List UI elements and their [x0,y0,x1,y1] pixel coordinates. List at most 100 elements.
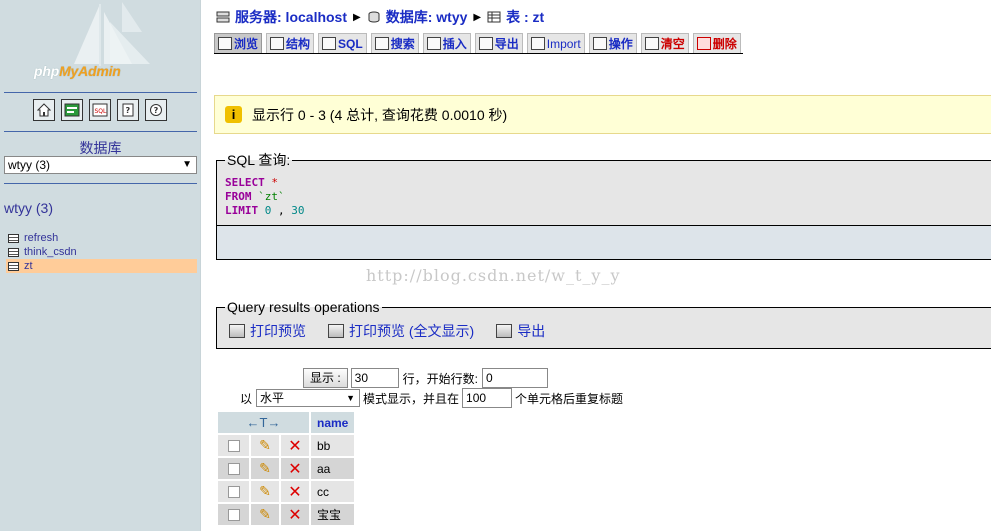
search-icon [374,37,389,50]
link-label[interactable]: 打印预览 [250,321,306,341]
sql-icon [322,37,337,50]
home-icon[interactable] [33,99,55,121]
tab-browse[interactable]: 浏览 [214,33,263,53]
table-row: ✎ ✕ 宝宝 [218,504,355,525]
sql-keyword: SELECT [225,176,265,189]
sql-query-toolbar [216,226,991,260]
edit-pencil-icon[interactable]: ✎ [259,437,271,453]
tab-structure[interactable]: 结构 [266,33,315,53]
database-select-value: wtyy (3) [8,158,50,172]
edit-pencil-icon[interactable]: ✎ [259,483,271,499]
breadcrumb-server[interactable]: 服务器: localhost [235,7,347,27]
query-operations-links: 打印预览 打印预览 (全文显示) 导出 [217,315,991,341]
delete-x-icon[interactable]: ✕ [288,461,301,478]
repeat-headers-input[interactable] [462,388,513,408]
name-cell: bb [311,435,355,456]
query-window-icon[interactable] [61,99,83,121]
tab-insert[interactable]: 插入 [422,33,471,53]
delete-x-icon[interactable]: ✕ [288,484,301,501]
row-checkbox[interactable] [227,440,240,453]
breadcrumb-table[interactable]: 表 : zt [506,7,544,27]
name-cell: 宝宝 [311,504,355,525]
tab-label: 删除 [712,37,737,51]
table-list-item-active[interactable]: zt [6,259,197,273]
breadcrumb: 服务器: localhost ▶ 数据库: wtyy ▶ 表 : zt [216,7,544,27]
table-list-item[interactable]: refresh [6,231,197,245]
delete-x-icon[interactable]: ✕ [288,507,301,524]
operations-icon [592,37,607,50]
breadcrumb-database[interactable]: 数据库: wtyy [386,7,468,27]
svg-text:?: ? [154,106,159,115]
table-name[interactable]: refresh [24,231,58,245]
tab-label: 导出 [494,37,519,51]
print-view-link[interactable]: 打印预览 [229,321,306,341]
edit-pencil-icon[interactable]: ✎ [259,506,271,522]
nav-divider [4,92,197,93]
table-name[interactable]: think_csdn [24,245,77,259]
tab-label: 结构 [286,37,311,51]
table-row: ✎ ✕ aa [218,458,355,479]
export-icon [478,37,493,50]
sql-table-name: `zt` [258,190,285,203]
logo-php: php [34,63,60,79]
sql-number: 30 [291,204,305,217]
export-link[interactable]: 导出 [496,321,545,341]
display-mode-select[interactable]: 水平 ▼ [256,389,361,407]
delete-cell: ✕ [281,504,309,525]
svg-text:?: ? [126,106,131,115]
print-view-full-link[interactable]: 打印预览 (全文显示) [328,321,474,341]
print-icon [328,324,344,338]
print-icon [229,324,245,338]
delete-cell: ✕ [281,481,309,502]
column-header-name[interactable]: name [311,412,355,433]
database-heading[interactable]: wtyy (3) [4,200,53,216]
edit-cell: ✎ [251,458,279,479]
tab-operations[interactable]: 操作 [588,33,637,53]
table-icon[interactable] [8,261,19,271]
link-label[interactable]: 导出 [517,321,545,341]
table-icon[interactable] [8,233,19,243]
row-checkbox-cell [218,481,249,502]
results-header-row: ←T→ name [218,412,355,433]
row-checkbox[interactable] [227,463,240,476]
row-checkbox[interactable] [227,486,240,499]
row-checkbox-cell [218,435,249,456]
sql-icon[interactable]: SQL [89,99,111,121]
row-checkbox[interactable] [227,509,240,522]
nav-icon-row: SQL ? ? [33,99,167,121]
tab-import[interactable]: Import [526,33,585,53]
phpmyadmin-logo[interactable]: phpMyAdmin [0,0,201,92]
database-icon [368,11,380,23]
svg-text:SQL: SQL [95,108,108,115]
tab-sql[interactable]: SQL [318,33,367,53]
edit-pencil-icon[interactable]: ✎ [259,460,271,476]
table-name[interactable]: zt [24,259,33,273]
rows-count-input[interactable] [350,368,399,388]
start-row-input[interactable] [482,368,549,388]
delete-x-icon[interactable]: ✕ [288,438,301,455]
tab-drop[interactable]: 删除 [692,33,741,53]
column-arrows-header[interactable]: ←T→ [218,412,309,433]
table-list-item[interactable]: think_csdn [6,245,197,259]
delete-cell: ✕ [281,435,309,456]
sailboat-logo-icon [74,2,150,66]
nav-divider [4,131,197,132]
tab-empty[interactable]: 清空 [640,33,689,53]
help-icon[interactable]: ? [145,99,167,121]
structure-icon [270,37,285,50]
tab-export[interactable]: 导出 [474,33,523,53]
link-label[interactable]: 打印预览 (全文显示) [349,321,474,341]
sql-query-code: SELECT * FROM `zt` LIMIT 0 , 30 [217,170,991,218]
rows-label: 行，开始行数: [402,371,479,386]
name-cell: cc [311,481,355,502]
database-select[interactable]: wtyy (3) ▼ [4,156,197,174]
docs-icon[interactable]: ? [117,99,139,121]
display-mode-row: 以 水平 ▼ 模式显示，并且在 个单元格后重复标题 [240,388,623,408]
sql-number: 0 [264,204,272,217]
table-icon[interactable] [8,247,19,257]
show-button[interactable]: 显示 : [303,368,348,388]
table-row: ✎ ✕ cc [218,481,355,502]
notice-icon: i [225,106,242,123]
tab-search[interactable]: 搜索 [370,33,419,53]
sql-comma: , [278,204,285,217]
